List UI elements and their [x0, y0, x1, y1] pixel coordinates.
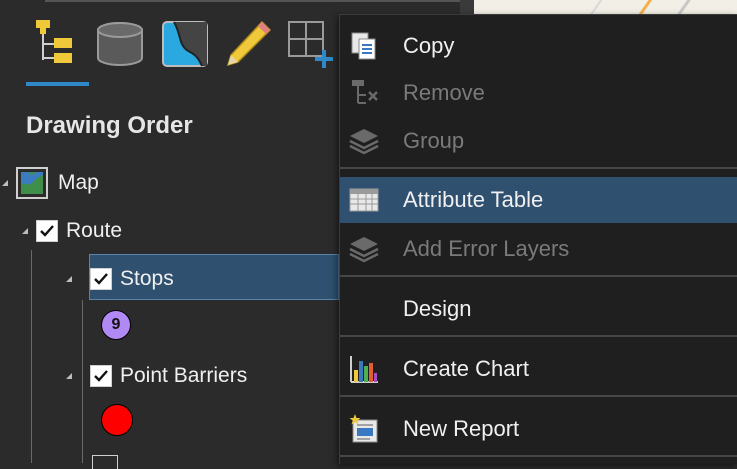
list-by-drawing-order-icon[interactable] — [26, 18, 78, 70]
list-by-source-icon[interactable] — [94, 18, 146, 70]
menu-item-remove[interactable]: Remove — [340, 70, 737, 116]
create-chart-icon — [348, 353, 380, 385]
add-error-layers-icon — [348, 233, 380, 265]
menu-separator — [340, 395, 737, 397]
tree-item-stops[interactable]: Stops — [66, 262, 174, 296]
menu-label-group: Group — [403, 128, 465, 153]
tree-connector — [31, 250, 32, 463]
expand-collapse-icon[interactable] — [66, 276, 72, 282]
menu-item-create-chart[interactable]: Create Chart — [340, 346, 737, 392]
menu-label-design: Design — [403, 296, 472, 321]
menu-separator — [340, 335, 737, 337]
list-by-selection-icon[interactable] — [160, 18, 212, 70]
point-barriers-symbol — [101, 404, 133, 436]
contents-toolbar — [22, 12, 342, 90]
route-visibility-checkbox[interactable] — [36, 220, 58, 242]
menu-label-copy: Copy — [403, 33, 455, 58]
menu-item-attribute-table[interactable]: Attribute Table — [340, 177, 737, 223]
point-barriers-visibility-checkbox[interactable] — [90, 365, 112, 387]
menu-separator — [340, 455, 737, 457]
next-layer-checkbox[interactable] — [92, 455, 118, 469]
list-by-editing-icon[interactable] — [222, 18, 274, 70]
pane-title: Drawing Order — [26, 112, 193, 139]
point-barriers-label: Point Barriers — [120, 364, 248, 387]
remove-layer-icon — [348, 77, 380, 109]
menu-item-new-report[interactable]: New Report — [340, 406, 737, 452]
menu-item-design[interactable]: Design — [340, 286, 737, 332]
copy-icon — [348, 30, 380, 62]
active-tool-indicator — [26, 82, 89, 86]
pane-top-divider — [45, 0, 460, 2]
menu-separator — [340, 275, 737, 277]
stops-visibility-checkbox[interactable] — [90, 268, 112, 290]
context-menu: Copy Remove Group Attribute Table Add Er… — [339, 14, 737, 464]
stops-symbol: 9 — [101, 310, 131, 340]
menu-item-group[interactable]: Group — [340, 118, 737, 164]
stops-label: Stops — [120, 267, 174, 290]
menu-label-create-chart: Create Chart — [403, 356, 529, 381]
map-label: Map — [58, 171, 99, 194]
list-by-snapping-icon[interactable] — [286, 18, 338, 70]
menu-label-remove: Remove — [403, 80, 485, 105]
tree-item-map[interactable]: Map — [2, 166, 99, 200]
expand-collapse-icon[interactable] — [66, 373, 72, 379]
menu-label-attribute-table: Attribute Table — [403, 187, 544, 212]
menu-label-new-report: New Report — [403, 416, 520, 441]
expand-collapse-icon[interactable] — [22, 228, 28, 234]
map-icon — [16, 167, 48, 199]
route-label: Route — [66, 219, 123, 242]
new-report-icon — [348, 413, 380, 445]
tree-item-point-barriers[interactable]: Point Barriers — [66, 359, 247, 393]
attribute-table-icon — [348, 184, 380, 216]
stops-symbol-number: 9 — [111, 316, 121, 333]
menu-separator — [340, 167, 737, 169]
menu-item-add-error-layers[interactable]: Add Error Layers — [340, 226, 737, 272]
group-layers-icon — [348, 125, 380, 157]
tree-item-route[interactable]: Route — [22, 214, 122, 248]
menu-label-add-error-layers: Add Error Layers — [403, 236, 570, 261]
menu-item-copy[interactable]: Copy — [340, 23, 737, 69]
expand-collapse-icon[interactable] — [2, 180, 8, 186]
